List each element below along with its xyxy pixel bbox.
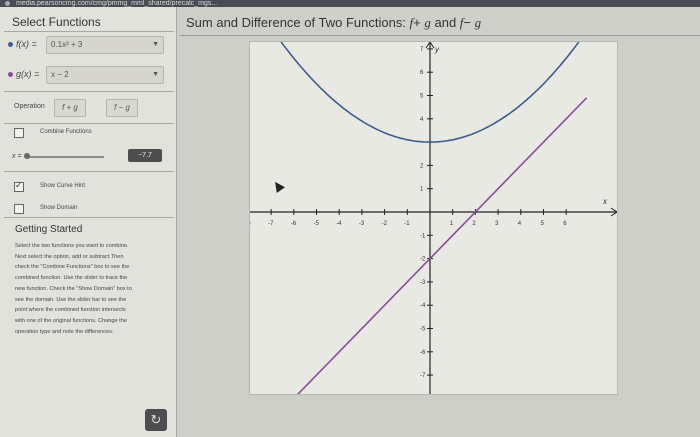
instruction-line: point where the combined function inters… [15,307,126,314]
divider [4,171,174,172]
y-tick-label: 4 [420,117,424,123]
title-divider [180,35,700,36]
x-tick-label: 2 [472,221,476,227]
x-tick-label: -6 [291,221,297,227]
instruction-line: Select the two functions you want to com… [15,243,129,249]
browser-address-bar: media.pearsoncmg.com/cmg/pmmg_mml_shared… [0,0,700,7]
f-curve [280,42,580,143]
y-tick-label: -6 [420,350,426,356]
show-domain-label: Show Domain [40,205,78,211]
x-slider-value: −7.7 [128,149,162,162]
x-tick-label: 4 [518,221,522,227]
getting-started-title: Getting Started [15,224,83,235]
graph-canvas[interactable]: x y -8 -7 -6 -5 -4 -3 -2 -1 1 2 3 4 5 6 7 6 5 4 2 1 -1 -2 -3 -4 -5… [249,41,618,395]
g-function-select[interactable]: x − 2 ▼ [46,66,164,84]
x-tick-label: -7 [268,221,274,227]
y-tick-label: -7 [420,373,426,379]
g-color-dot-icon [8,72,13,77]
instruction-line: Next select the option, add or subtract.… [15,253,124,260]
f-function-label: f(x) = [16,39,37,49]
f-function-row: f(x) = 0.1x² + 3 ▼ [6,36,170,54]
y-axis-label: y [434,45,440,54]
x-tick-label: -3 [359,221,365,227]
instruction-line: new function. Check the "Show Domain" bo… [15,285,132,292]
y-tick-label: -1 [420,233,426,239]
x-tick-label: 1 [450,221,454,227]
refresh-icon: ↻ [150,412,162,427]
x-tick-label: 3 [495,221,499,227]
x-tick-label: -4 [336,221,342,227]
graph-title: Sum and Difference of Two Functions: f+ … [186,15,481,31]
x-slider-handle[interactable] [24,153,30,159]
title-plus: + [413,15,425,30]
y-tick-label: -5 [420,327,426,333]
x-tick-label: -8 [250,221,251,227]
instruction-line: combined function. Use the slider to tra… [15,275,128,282]
divider [4,31,174,32]
title-and: and [430,15,460,30]
getting-started-text: Select the two functions you want to com… [15,241,170,337]
y-tick-label: 2 [420,163,424,169]
instruction-line: check the "Combine Functions" box to see… [15,264,130,271]
graph-title-text: Sum and Difference of Two Functions: [186,15,410,30]
g-function-row: g(x) = x − 2 ▼ [6,66,170,84]
y-tick-label: -3 [420,280,426,286]
g-function-value: x − 2 [51,70,69,79]
title-g: g [474,15,482,30]
g-function-label: g(x) = [16,69,40,79]
x-tick-label: -1 [404,221,410,227]
y-tick-label: 1 [420,187,424,193]
divider [4,217,174,218]
x-tick-label: 6 [563,221,567,227]
instruction-line: see the domain. Use the slider bar to se… [15,296,127,303]
x-slider-track[interactable] [26,156,104,158]
show-domain-checkbox[interactable] [14,204,24,214]
chevron-down-icon: ▼ [152,71,159,78]
instruction-line: operation type and note the differences. [15,328,114,335]
f-color-dot-icon [8,42,13,47]
x-tick-label: -2 [382,221,388,227]
reset-button[interactable]: ↻ [145,409,167,431]
title-minus: − [463,15,475,30]
y-tick-label: -4 [420,303,426,309]
f-function-value: 0.1x² + 3 [51,40,83,49]
divider [4,123,174,124]
combine-functions-checkbox[interactable] [14,128,24,138]
operation-add-button[interactable]: f + g [54,99,86,117]
browser-url[interactable]: media.pearsoncmg.com/cmg/pmmg_mml_shared… [16,0,217,7]
site-icon [5,1,10,6]
divider [4,91,174,92]
controls-sidebar: Select Functions f(x) = 0.1x² + 3 ▼ g(x)… [0,7,177,437]
x-tick-label: -5 [314,221,320,227]
f-function-select[interactable]: 0.1x² + 3 ▼ [46,36,164,54]
x-axis-label: x [602,197,608,206]
y-tick-label: 7 [420,47,424,53]
show-curve-hint-checkbox[interactable] [14,180,24,192]
chevron-down-icon: ▼ [152,41,159,48]
y-tick-label: -2 [420,257,426,263]
graph-svg: x y -8 -7 -6 -5 -4 -3 -2 -1 1 2 3 4 5 6 7 6 5 4 2 1 -1 -2 -3 -4 -5… [250,42,617,394]
operation-subtract-button[interactable]: f − g [106,99,138,117]
y-tick-label: 5 [420,94,424,100]
combine-functions-label: Combine Functions [40,129,92,135]
operation-label: Operation [14,103,45,110]
show-curve-hint-label: Show Curve Hint [40,183,86,189]
y-tick-label: 6 [420,70,424,76]
instruction-line: with one of the original functions. Chan… [15,317,127,324]
sidebar-title: Select Functions [12,15,101,29]
x-tick-label: 5 [541,221,545,227]
slider-label: x = [12,153,22,160]
